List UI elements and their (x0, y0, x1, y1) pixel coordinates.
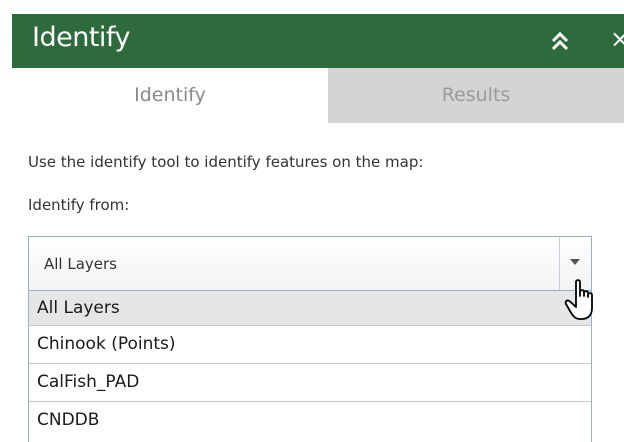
tab-results[interactable]: Results (328, 68, 624, 123)
identify-from-label: Identify from: (28, 196, 130, 214)
panel-header: Identify × (12, 14, 624, 68)
hand-pointer-icon (564, 278, 604, 322)
identify-from-select[interactable]: All Layers (28, 236, 592, 291)
option-all-layers[interactable]: All Layers (29, 291, 591, 325)
tab-identify[interactable]: Identify (12, 68, 328, 123)
chevron-down-icon[interactable] (570, 259, 580, 265)
tab-bar: Identify Results (12, 68, 624, 123)
close-icon[interactable]: × (610, 27, 624, 51)
option-cnddb[interactable]: CNDDB (29, 401, 591, 437)
option-calfish-pad[interactable]: CalFish_PAD (29, 363, 591, 399)
select-value: All Layers (44, 255, 118, 273)
panel-title: Identify (32, 22, 130, 53)
dropdown-list: All Layers Chinook (Points) CalFish_PAD … (28, 290, 592, 442)
instructions-text: Use the identify tool to identify featur… (28, 153, 424, 171)
double-chevron-up-icon[interactable] (548, 29, 572, 53)
option-chinook-points[interactable]: Chinook (Points) (29, 325, 591, 361)
select-divider (559, 237, 560, 291)
